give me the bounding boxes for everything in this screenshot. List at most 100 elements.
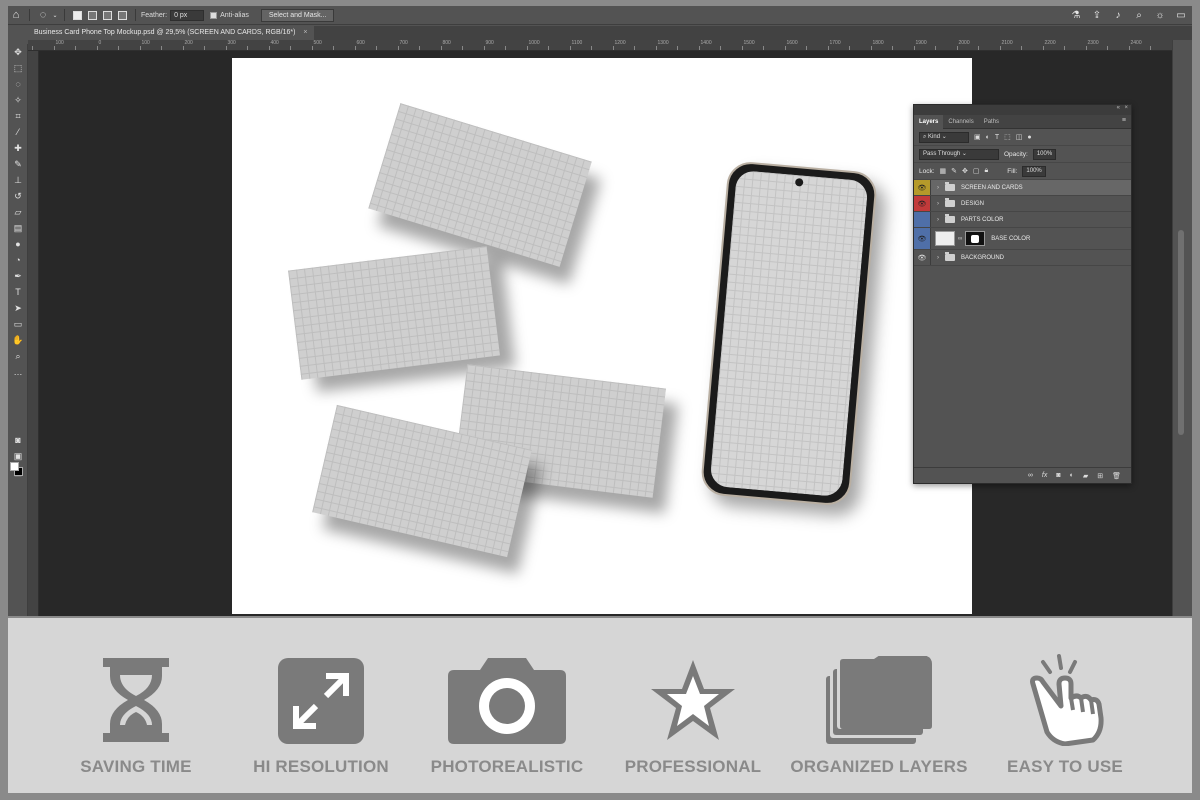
lock-pixels-icon[interactable]: ▦ xyxy=(940,167,947,175)
tab-paths[interactable]: Paths xyxy=(979,115,1004,129)
filter-toggle-icon[interactable]: ● xyxy=(1027,134,1031,141)
dodge-tool-icon[interactable]: ◔ xyxy=(8,252,28,268)
select-and-mask-button[interactable]: Select and Mask... xyxy=(260,8,335,22)
layer-row-background[interactable]: 👁︎ › BACKGROUND xyxy=(914,250,1131,266)
flask-icon[interactable]: ⚗ xyxy=(1069,9,1083,23)
feather-input[interactable]: 0 px xyxy=(170,9,205,21)
clone-stamp-icon[interactable]: ⊥ xyxy=(8,172,28,188)
tab-channels[interactable]: Channels xyxy=(943,115,978,129)
expand-chevron-icon[interactable]: › xyxy=(934,201,942,207)
tools-panel: ✥ ⬚ ◌ ✧ ⌗ ⁄ ✚ ✎ ⊥ ↺ ▱ ▤ ● ◔ ✒ T ➤ ▭ ✋ ⌕ … xyxy=(8,44,28,616)
fx-icon[interactable]: fx xyxy=(1042,472,1047,479)
ruler-tick-label: 700 xyxy=(399,40,408,46)
vertical-scrollbar[interactable] xyxy=(1172,40,1192,616)
scrollbar-thumb[interactable] xyxy=(1178,230,1184,435)
eyedropper-icon[interactable]: ⁄ xyxy=(8,124,28,140)
lasso-tool-icon[interactable]: ◌ xyxy=(8,76,28,92)
type-tool-icon[interactable]: T xyxy=(8,284,28,300)
history-brush-icon[interactable]: ↺ xyxy=(8,188,28,204)
share-icon[interactable]: ⇪ xyxy=(1090,9,1104,23)
kind-filter-dropdown[interactable]: ⌕ Kind ⌄ xyxy=(919,131,969,143)
new-selection-icon[interactable] xyxy=(73,10,82,20)
magic-wand-icon[interactable]: ✧ xyxy=(8,92,28,108)
path-selection-icon[interactable]: ➤ xyxy=(8,300,28,316)
close-icon[interactable]: × xyxy=(1124,105,1128,111)
visibility-eye-icon[interactable]: 👁︎ xyxy=(914,250,931,265)
crop-tool-icon[interactable]: ⌗ xyxy=(8,108,28,124)
close-icon[interactable]: × xyxy=(303,26,307,40)
ruler-tick xyxy=(1107,46,1108,50)
expand-chevron-icon[interactable]: › xyxy=(934,217,942,223)
pixel-filter-icon[interactable]: ▣ xyxy=(974,133,981,141)
lock-row: Lock: ▦ ✎ ✥ ▢ 🔒︎ Fill: 100% xyxy=(914,163,1131,180)
new-layer-icon[interactable]: ⊞ xyxy=(1097,472,1103,480)
lock-paint-icon[interactable]: ✎ xyxy=(951,167,957,175)
ruler-tick xyxy=(419,46,420,50)
zoom-tool-icon[interactable]: ⌕ xyxy=(8,348,28,364)
intersect-selection-icon[interactable] xyxy=(118,10,127,20)
shape-filter-icon[interactable]: ⬚ xyxy=(1004,133,1011,141)
more-tools-icon[interactable]: … xyxy=(8,364,28,380)
features-strip: SAVING TIME HI RESOLUTION PHOTOREALISTIC… xyxy=(8,618,1192,793)
visibility-toggle[interactable] xyxy=(914,212,931,227)
layer-mask-thumbnail[interactable] xyxy=(965,231,986,246)
expand-chevron-icon[interactable]: › xyxy=(934,255,942,261)
bell-icon[interactable]: ♪ xyxy=(1111,9,1125,23)
workspace-icon[interactable]: ▭ xyxy=(1174,9,1188,23)
mask-icon[interactable]: ◙ xyxy=(1056,472,1060,479)
collapse-icon[interactable]: « xyxy=(1117,105,1120,111)
hand-tool-icon[interactable]: ✋ xyxy=(8,332,28,348)
home-icon[interactable]: ⌂ xyxy=(8,8,24,22)
lock-artboard-icon[interactable]: ▢ xyxy=(973,167,980,175)
add-selection-icon[interactable] xyxy=(88,10,97,20)
document-canvas[interactable] xyxy=(232,58,972,614)
eraser-icon[interactable]: ▱ xyxy=(8,204,28,220)
blur-tool-icon[interactable]: ● xyxy=(8,236,28,252)
type-filter-icon[interactable]: T xyxy=(995,134,999,141)
ruler-tick xyxy=(892,46,893,50)
lock-position-icon[interactable]: ✥ xyxy=(962,167,968,175)
search-icon[interactable]: ⌕ xyxy=(1132,9,1146,23)
folder-icon[interactable]: ▰ xyxy=(1083,472,1088,480)
panel-menu-icon[interactable]: ≡ xyxy=(1122,117,1126,124)
light-icon[interactable]: ☼ xyxy=(1153,9,1167,23)
shape-tool-icon[interactable]: ▭ xyxy=(8,316,28,332)
lasso-tool-icon[interactable]: ◌ xyxy=(35,8,51,22)
lock-all-icon[interactable]: 🔒︎ xyxy=(985,167,989,175)
gradient-tool-icon[interactable]: ▤ xyxy=(8,220,28,236)
move-tool-icon[interactable]: ✥ xyxy=(8,44,28,60)
foreground-color-swatch[interactable] xyxy=(10,462,19,471)
document-tab[interactable]: Business Card Phone Top Mockup.psd @ 29,… xyxy=(28,26,314,40)
ruler-tick xyxy=(913,46,915,50)
layer-row-design[interactable]: 👁︎ › DESIGN xyxy=(914,196,1131,212)
expand-chevron-icon[interactable]: › xyxy=(934,185,942,191)
layers-panel: « × Layers Channels Paths ≡ ⌕ Kind ⌄ ▣ ◐… xyxy=(913,104,1132,484)
visibility-eye-icon[interactable]: 👁︎ xyxy=(914,180,931,195)
antialias-checkbox[interactable] xyxy=(210,11,218,19)
blend-mode-dropdown[interactable]: Pass Through ⌄ xyxy=(919,148,999,160)
smart-object-filter-icon[interactable]: ◫ xyxy=(1016,133,1023,141)
link-icon[interactable]: ∞ xyxy=(1028,472,1033,479)
pen-tool-icon[interactable]: ✒ xyxy=(8,268,28,284)
layer-row-screen-and-cards[interactable]: 👁︎ › SCREEN AND CARDS xyxy=(914,180,1131,196)
chevron-down-icon[interactable]: ⌄ xyxy=(51,8,59,22)
layer-row-base-color[interactable]: 👁︎ ∞ BASE COLOR xyxy=(914,228,1131,250)
tab-layers[interactable]: Layers xyxy=(914,114,944,129)
ruler-tick xyxy=(655,46,657,50)
trash-icon[interactable]: 🗑︎ xyxy=(1112,472,1121,480)
marquee-tool-icon[interactable]: ⬚ xyxy=(8,60,28,76)
opacity-input[interactable]: 100% xyxy=(1032,148,1057,160)
brush-tool-icon[interactable]: ✎ xyxy=(8,156,28,172)
ruler-tick-label: 400 xyxy=(270,40,279,46)
subtract-selection-icon[interactable] xyxy=(103,10,112,20)
visibility-eye-icon[interactable]: 👁︎ xyxy=(914,196,931,211)
healing-brush-icon[interactable]: ✚ xyxy=(8,140,28,156)
layer-row-parts-color[interactable]: › PARTS COLOR xyxy=(914,212,1131,228)
ruler-tick xyxy=(784,46,786,50)
adjustment-filter-icon[interactable]: ◐ xyxy=(986,134,990,141)
fill-input[interactable]: 100% xyxy=(1022,165,1046,177)
adjustment-icon[interactable]: ◐ xyxy=(1070,472,1074,479)
ruler-tick-label: 2400 xyxy=(1130,40,1142,46)
quick-mask-icon[interactable]: ◙ xyxy=(8,432,28,448)
visibility-eye-icon[interactable]: 👁︎ xyxy=(914,228,931,249)
